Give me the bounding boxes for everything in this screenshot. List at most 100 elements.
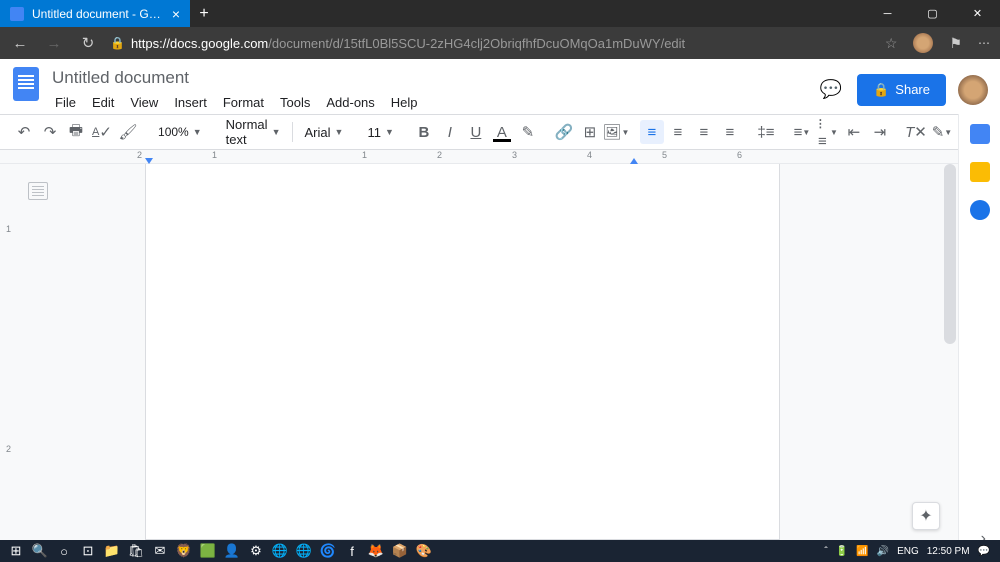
url-host: https://docs.google.com	[131, 36, 268, 51]
url-path: /document/d/15tfL0Bl5SCU-2zHG4clj2Obriqf…	[268, 36, 685, 51]
underline-button[interactable]: U	[464, 120, 488, 144]
align-left-button[interactable]: ≡	[640, 120, 664, 144]
forward-button[interactable]: →	[42, 35, 66, 52]
explore-button[interactable]: ✦	[912, 502, 940, 530]
maximize-button[interactable]: ▢	[910, 0, 955, 27]
search-icon[interactable]: 🔍	[28, 540, 52, 562]
mail-icon[interactable]: ✉	[148, 540, 172, 562]
account-avatar[interactable]	[958, 75, 988, 105]
minimize-button[interactable]: ─	[865, 0, 910, 27]
font-dropdown[interactable]: Arial▼	[299, 120, 350, 144]
store-icon[interactable]: 🛍	[124, 540, 148, 562]
document-area: 1 2	[0, 164, 1000, 540]
paint-format-button[interactable]: 🖌	[116, 120, 140, 144]
favorite-icon[interactable]: ☆	[885, 35, 898, 52]
align-center-button[interactable]: ≡	[666, 120, 690, 144]
address-input[interactable]: 🔒 https://docs.google.com/document/d/15t…	[110, 36, 875, 51]
menu-edit[interactable]: Edit	[85, 92, 121, 113]
menu-insert[interactable]: Insert	[167, 92, 214, 113]
browser-tab[interactable]: Untitled document - Google Docs ×	[0, 0, 190, 27]
app-icon[interactable]: 🟩	[196, 540, 220, 562]
zoom-dropdown[interactable]: 100%▼	[152, 120, 208, 144]
menu-view[interactable]: View	[123, 92, 165, 113]
refresh-button[interactable]: ↻	[76, 34, 100, 52]
explorer-icon[interactable]: 📁	[100, 540, 124, 562]
text-color-button[interactable]: A	[490, 120, 514, 144]
lock-icon: 🔒	[110, 36, 125, 50]
settings-icon[interactable]: ⚙	[244, 540, 268, 562]
app-icon[interactable]: 🌐	[268, 540, 292, 562]
firefox-icon[interactable]: 🦊	[364, 540, 388, 562]
bold-button[interactable]: B	[412, 120, 436, 144]
chrome-icon[interactable]: 🌐	[292, 540, 316, 562]
scrollbar[interactable]	[944, 164, 956, 344]
browser-titlebar: Untitled document - Google Docs × + ─ ▢ …	[0, 0, 1000, 27]
calendar-icon[interactable]	[970, 124, 990, 144]
close-tab-icon[interactable]: ×	[172, 6, 180, 22]
new-tab-button[interactable]: +	[190, 0, 218, 27]
align-right-button[interactable]: ≡	[692, 120, 716, 144]
app-icon[interactable]: 🎨	[412, 540, 436, 562]
docs-logo-icon	[13, 67, 39, 101]
windows-taskbar: ⊞ 🔍 ○ ⊡ 📁 🛍 ✉ 🦁 🟩 👤 ⚙ 🌐 🌐 🌀 f 🦊 📦 🎨 ˆ 🔋 …	[0, 540, 1000, 562]
side-panel	[958, 114, 1000, 540]
menu-help[interactable]: Help	[384, 92, 425, 113]
image-button[interactable]: 🖼▼	[604, 120, 628, 144]
menu-format[interactable]: Format	[216, 92, 271, 113]
menu-tools[interactable]: Tools	[273, 92, 317, 113]
comments-button[interactable]: 💬	[817, 76, 845, 104]
increase-indent-button[interactable]: ⇥	[868, 120, 892, 144]
bulleted-list-button[interactable]: ⁝≡▼	[816, 120, 840, 144]
back-button[interactable]: ←	[8, 35, 32, 52]
spellcheck-button[interactable]: A✓	[90, 120, 114, 144]
menu-file[interactable]: File	[48, 92, 83, 113]
taskview-icon[interactable]: ⊡	[76, 540, 100, 562]
start-button[interactable]: ⊞	[4, 540, 28, 562]
print-button[interactable]: 🖶	[64, 120, 88, 144]
tasks-icon[interactable]	[970, 200, 990, 220]
menu-addons[interactable]: Add-ons	[319, 92, 381, 113]
edge-icon[interactable]: 🌀	[316, 540, 340, 562]
link-button[interactable]: 🔗	[552, 120, 576, 144]
vertical-ruler[interactable]: 1 2	[0, 164, 20, 540]
wifi-icon[interactable]: 📶	[856, 546, 868, 557]
cortana-icon[interactable]: ○	[52, 540, 76, 562]
app-icon[interactable]: 👤	[220, 540, 244, 562]
numbered-list-button[interactable]: ≡▼	[790, 120, 814, 144]
facebook-icon[interactable]: f	[340, 540, 364, 562]
document-page[interactable]	[145, 164, 780, 540]
browser-menu-icon[interactable]: ⋯	[978, 36, 992, 50]
volume-icon[interactable]: 🔊	[877, 546, 889, 557]
docs-header: Untitled document File Edit View Insert …	[0, 59, 1000, 114]
close-window-button[interactable]: ✕	[955, 0, 1000, 27]
app-icon[interactable]: 🦁	[172, 540, 196, 562]
docs-home-button[interactable]	[8, 67, 44, 113]
undo-button[interactable]: ↶	[12, 120, 36, 144]
styles-dropdown[interactable]: Normal text▼	[220, 120, 287, 144]
browser-profile-icon[interactable]	[913, 33, 933, 53]
tab-title: Untitled document - Google Docs	[32, 7, 164, 21]
language-indicator[interactable]: ENG	[897, 546, 919, 557]
tray-up-icon[interactable]: ˆ	[824, 546, 827, 557]
clock[interactable]: 12:50 PM	[927, 546, 970, 557]
italic-button[interactable]: I	[438, 120, 462, 144]
outline-button[interactable]	[28, 182, 48, 200]
redo-button[interactable]: ↷	[38, 120, 62, 144]
line-spacing-button[interactable]: ‡≡	[754, 120, 778, 144]
clear-formatting-button[interactable]: T✕	[904, 120, 928, 144]
highlight-button[interactable]: ✎	[516, 120, 540, 144]
notifications-icon[interactable]: 💬	[978, 546, 990, 557]
horizontal-ruler[interactable]: 2 1 1 2 3 4 5 6	[0, 150, 1000, 164]
battery-icon[interactable]: 🔋	[836, 546, 848, 557]
align-justify-button[interactable]: ≡	[718, 120, 742, 144]
comment-button[interactable]: ⊞	[578, 120, 602, 144]
decrease-indent-button[interactable]: ⇤	[842, 120, 866, 144]
extension-icon[interactable]: ⚑	[949, 35, 962, 52]
document-title-input[interactable]: Untitled document	[48, 66, 817, 90]
lock-icon: 🔒	[873, 82, 889, 98]
share-button[interactable]: 🔒 Share	[857, 74, 946, 106]
editing-mode-button[interactable]: ✎▼	[930, 120, 954, 144]
app-icon[interactable]: 📦	[388, 540, 412, 562]
keep-icon[interactable]	[970, 162, 990, 182]
font-size-dropdown[interactable]: 11▼	[361, 120, 399, 144]
